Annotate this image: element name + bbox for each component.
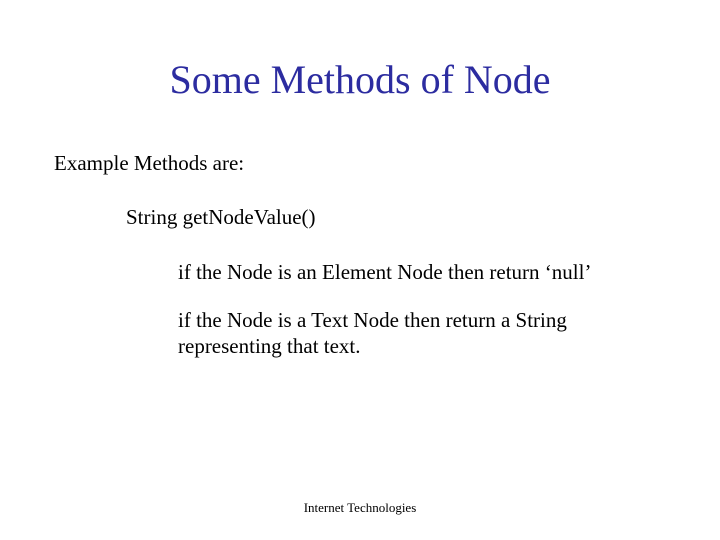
body-text-desc1: if the Node is an Element Node then retu… <box>178 259 666 285</box>
slide-title: Some Methods of Node <box>0 56 720 103</box>
body-text-intro: Example Methods are: <box>54 150 666 176</box>
body-text-method: String getNodeValue() <box>126 204 666 230</box>
slide: Some Methods of Node Example Methods are… <box>0 0 720 540</box>
slide-footer: Internet Technologies <box>0 500 720 516</box>
body-text-desc2: if the Node is a Text Node then return a… <box>178 307 666 360</box>
slide-body: Example Methods are: String getNodeValue… <box>54 150 666 381</box>
